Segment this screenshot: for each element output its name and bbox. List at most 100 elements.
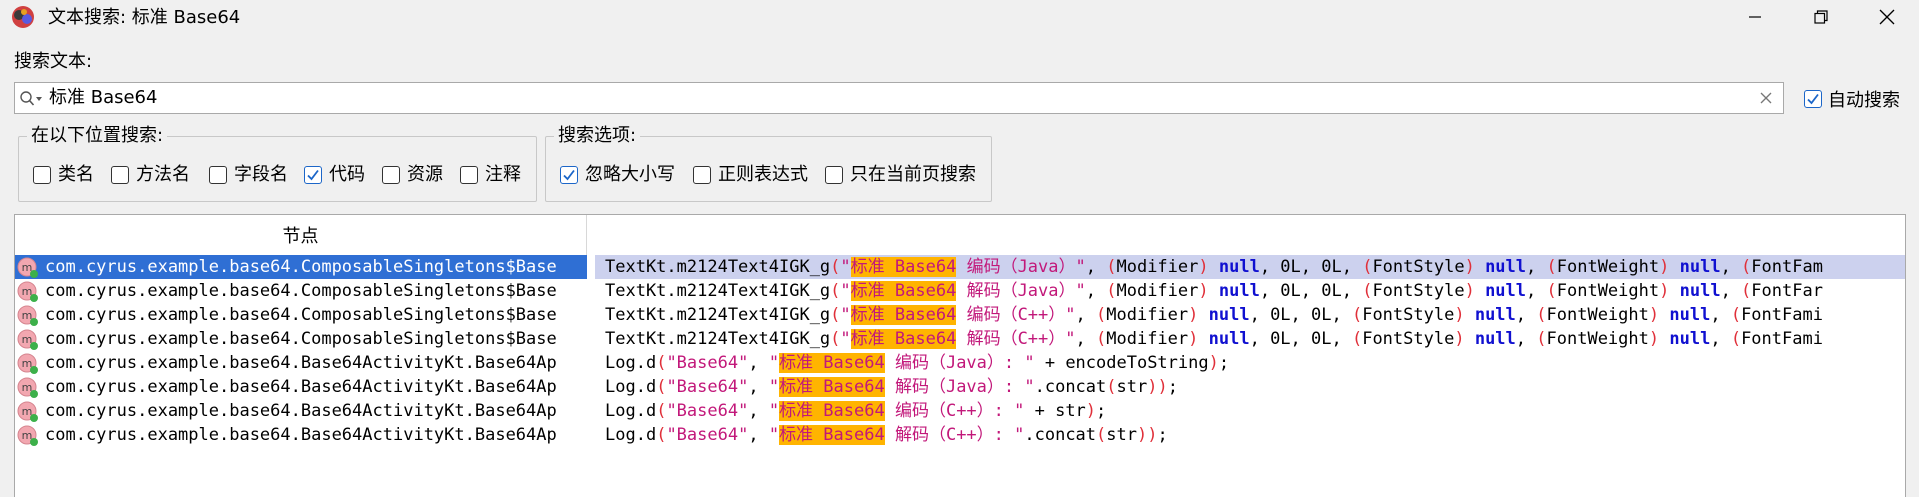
code-token: , — [1720, 281, 1742, 301]
option-code[interactable]: 代码 — [304, 163, 365, 187]
option-method-name[interactable]: 方法名 — [111, 163, 190, 187]
match-highlight: 标准 Base64 — [850, 281, 957, 301]
search-icon[interactable] — [19, 90, 45, 108]
table-row[interactable]: m com.cyrus.example.base64.ComposableSin… — [15, 255, 1905, 279]
code-cell[interactable]: TextKt.m2124Text4IGK_g("标准 Base64 解码（Jav… — [595, 279, 1905, 303]
option-class-name[interactable]: 类名 — [33, 163, 94, 187]
code-token: ( — [1730, 305, 1742, 325]
column-header-node[interactable]: 节点 — [15, 215, 587, 255]
code-token: .concat — [1034, 377, 1107, 397]
option-current-page-only[interactable]: 只在当前页搜索 — [825, 163, 976, 187]
results-table[interactable]: 节点 m com.cyrus.example.base64.Composable… — [14, 214, 1906, 497]
search-input[interactable]: 标准 Base64 — [14, 82, 1784, 114]
restore-button[interactable] — [1790, 0, 1852, 34]
code-token: null — [1208, 329, 1250, 349]
option-field-name[interactable]: 字段名 — [209, 163, 288, 187]
code-token: "Base64" — [666, 425, 749, 445]
method-icon: m — [17, 377, 38, 398]
code-token: TextKt.m2124Text4IGK_g — [605, 281, 831, 301]
node-cell[interactable]: m com.cyrus.example.base64.Base64Activit… — [15, 351, 587, 375]
code-token: ) — [1659, 257, 1670, 277]
option-ignore-case[interactable]: 忽略大小写 — [560, 163, 675, 187]
node-text: com.cyrus.example.base64.ComposableSingl… — [45, 305, 557, 325]
option-label: 方法名 — [136, 164, 190, 185]
option-resources[interactable]: 资源 — [382, 163, 443, 187]
method-icon: m — [17, 401, 38, 422]
code-token: ) — [1464, 281, 1475, 301]
table-row[interactable]: m com.cyrus.example.base64.Base64Activit… — [15, 351, 1905, 375]
code-token: ( — [1106, 281, 1117, 301]
node-cell[interactable]: m com.cyrus.example.base64.ComposableSin… — [15, 303, 587, 327]
checkbox-icon[interactable] — [33, 166, 51, 184]
node-cell[interactable]: m com.cyrus.example.base64.Base64Activit… — [15, 423, 587, 447]
code-token: FontWeight — [1546, 305, 1649, 325]
code-cell[interactable]: Log.d("Base64", "标准 Base64 解码（C++）: ".co… — [595, 423, 1905, 447]
code-token: ; — [1096, 401, 1107, 421]
option-regex[interactable]: 正则表达式 — [693, 163, 808, 187]
code-cell[interactable]: Log.d("Base64", "标准 Base64 编码（C++）: " + … — [595, 399, 1905, 423]
code-token: , 0L, 0L, — [1259, 257, 1363, 277]
checkbox-checked-icon[interactable] — [304, 166, 322, 184]
table-row[interactable]: m com.cyrus.example.base64.ComposableSin… — [15, 327, 1905, 351]
code-token: , — [1085, 281, 1107, 301]
clear-icon[interactable] — [1757, 89, 1775, 107]
node-cell[interactable]: m com.cyrus.example.base64.ComposableSin… — [15, 255, 587, 279]
code-token: ( — [830, 305, 841, 325]
code-token: ( — [1536, 305, 1547, 325]
code-token: "Base64" — [666, 353, 749, 373]
title-bar: 文本搜索: 标准 Base64 — [0, 0, 1919, 36]
checkbox-icon[interactable] — [460, 166, 478, 184]
checkbox-checked-icon[interactable] — [560, 166, 578, 184]
code-token: null — [1669, 329, 1711, 349]
auto-search-check-icon[interactable] — [1804, 90, 1822, 108]
minimize-button[interactable] — [1724, 0, 1786, 34]
checkbox-icon[interactable] — [825, 166, 843, 184]
node-cell[interactable]: m com.cyrus.example.base64.Base64Activit… — [15, 399, 587, 423]
close-button[interactable] — [1856, 0, 1918, 34]
code-cell[interactable]: Log.d("Base64", "标准 Base64 编码（Java）: " +… — [595, 351, 1905, 375]
code-token: " — [768, 377, 780, 397]
code-token: , — [1515, 305, 1537, 325]
option-comments[interactable]: 注释 — [460, 163, 521, 187]
table-row[interactable]: m com.cyrus.example.base64.ComposableSin… — [15, 303, 1905, 327]
checkbox-icon[interactable] — [111, 166, 129, 184]
table-row[interactable]: m com.cyrus.example.base64.Base64Activit… — [15, 375, 1905, 399]
code-token: ( — [1536, 329, 1547, 349]
code-token: null — [1485, 257, 1527, 277]
code-token: , — [1526, 257, 1547, 277]
table-row[interactable]: m com.cyrus.example.base64.Base64Activit… — [15, 399, 1905, 423]
code-cell[interactable]: Log.d("Base64", "标准 Base64 解码（Java）: ".c… — [595, 375, 1905, 399]
option-label: 字段名 — [234, 164, 288, 185]
code-cell[interactable]: TextKt.m2124Text4IGK_g("标准 Base64 编码（Jav… — [595, 255, 1905, 279]
table-row[interactable]: m com.cyrus.example.base64.Base64Activit… — [15, 423, 1905, 447]
search-input-value[interactable]: 标准 Base64 — [49, 86, 157, 110]
code-token: TextKt.m2124Text4IGK_g — [605, 257, 831, 277]
code-cell[interactable]: TextKt.m2124Text4IGK_g("标准 Base64 解码（C++… — [595, 327, 1905, 351]
code-token: "Base64" — [666, 377, 749, 397]
checkbox-icon[interactable] — [209, 166, 227, 184]
table-row[interactable]: m com.cyrus.example.base64.ComposableSin… — [15, 279, 1905, 303]
code-token: ) — [1208, 353, 1219, 373]
code-token: FontFami — [1741, 329, 1823, 349]
code-cell[interactable]: TextKt.m2124Text4IGK_g("标准 Base64 编码（C++… — [595, 303, 1905, 327]
code-token: ( — [1106, 257, 1117, 277]
code-token: )) — [1147, 377, 1168, 397]
code-token: , — [1710, 329, 1731, 349]
checkbox-icon[interactable] — [382, 166, 400, 184]
code-token: null — [1485, 281, 1527, 301]
node-cell[interactable]: m com.cyrus.example.base64.Base64Activit… — [15, 375, 587, 399]
jadx-logo-icon — [12, 6, 34, 28]
code-token: FontFam — [1751, 257, 1823, 277]
code-token: 编码（C++）" — [956, 305, 1076, 325]
code-token: str — [1116, 377, 1148, 397]
auto-search-checkbox[interactable]: 自动搜索 — [1804, 86, 1900, 112]
node-cell[interactable]: m com.cyrus.example.base64.ComposableSin… — [15, 327, 587, 351]
column-header-code[interactable] — [587, 215, 1905, 255]
node-cell[interactable]: m com.cyrus.example.base64.ComposableSin… — [15, 279, 587, 303]
checkbox-icon[interactable] — [693, 166, 711, 184]
code-token: ) — [1464, 257, 1475, 277]
